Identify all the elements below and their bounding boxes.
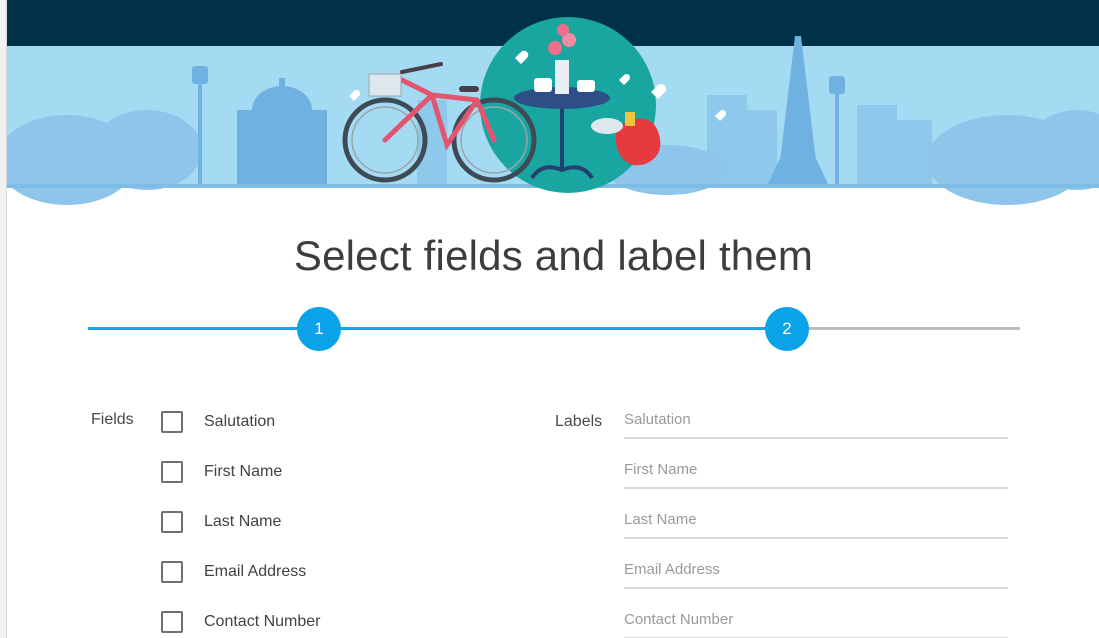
stepper-remaining-line <box>791 327 1020 330</box>
last-name-checkbox[interactable] <box>161 511 183 533</box>
field-label: First Name <box>204 463 283 480</box>
field-row-last-name[interactable]: Last Name <box>161 507 281 537</box>
labels-heading: Labels <box>555 413 603 430</box>
stepper-progress-line <box>88 327 791 330</box>
step-2-indicator[interactable]: 2 <box>765 307 809 351</box>
last-name-label-input[interactable] <box>624 505 1008 539</box>
field-label: Salutation <box>204 413 276 430</box>
page-title: Select fields and label them <box>293 232 814 279</box>
form-card: Select fields and label them 1 2 Fields … <box>6 0 1099 638</box>
field-row-salutation[interactable]: Salutation <box>161 407 275 437</box>
salutation-checkbox[interactable] <box>161 411 183 433</box>
field-row-email-address[interactable]: Email Address <box>161 557 306 587</box>
contact-number-checkbox[interactable] <box>161 611 183 633</box>
field-label: Contact Number <box>204 613 321 630</box>
field-row-first-name[interactable]: First Name <box>161 457 282 487</box>
field-row-contact-number[interactable]: Contact Number <box>161 607 321 637</box>
field-label: Email Address <box>204 563 307 580</box>
salutation-label-input[interactable] <box>624 405 1008 439</box>
field-label: Last Name <box>204 513 282 530</box>
first-name-checkbox[interactable] <box>161 461 183 483</box>
email-address-checkbox[interactable] <box>161 561 183 583</box>
hero-banner <box>7 0 1099 210</box>
fields-heading: Fields <box>91 411 134 428</box>
step-1-indicator[interactable]: 1 <box>297 307 341 351</box>
first-name-label-input[interactable] <box>624 455 1008 489</box>
contact-number-label-input[interactable] <box>624 605 1008 638</box>
paris-bicycle-cafe-illustration <box>7 0 1099 205</box>
email-address-label-input[interactable] <box>624 555 1008 589</box>
